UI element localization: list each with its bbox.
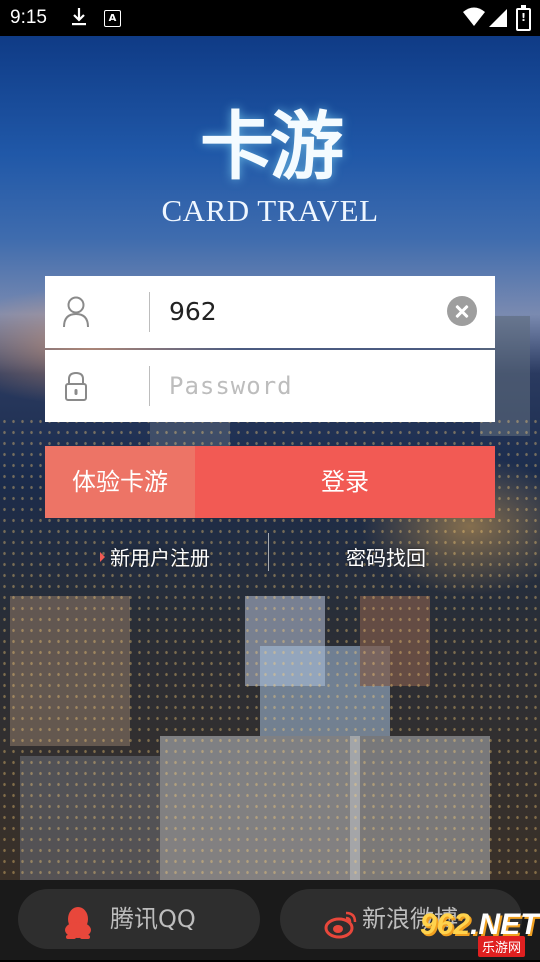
- signal-icon: [488, 8, 508, 32]
- app-logo-english: CARD TRAVEL: [161, 193, 379, 228]
- field-divider: [149, 366, 150, 406]
- forgot-password-link[interactable]: 密码找回: [346, 542, 426, 571]
- password-input[interactable]: Password: [169, 350, 293, 422]
- watermark-site-label: 乐游网: [478, 936, 526, 957]
- username-field[interactable]: 962: [45, 276, 495, 348]
- clear-icon[interactable]: [447, 296, 477, 326]
- person-icon: [61, 295, 91, 329]
- wifi-icon: [462, 6, 486, 32]
- try-app-button[interactable]: 体验卡游: [45, 446, 195, 518]
- qq-penguin-icon: [62, 902, 94, 962]
- qq-login-label: 腾讯QQ: [110, 905, 196, 933]
- notification-a-icon: A: [104, 10, 121, 27]
- status-bar: 9:15 A !: [0, 0, 540, 36]
- field-divider: [149, 292, 150, 332]
- register-link[interactable]: 新用户注册: [110, 542, 210, 571]
- lock-icon: [61, 369, 91, 403]
- site-watermark: 962.NET 乐游网: [420, 908, 538, 958]
- qq-login-button[interactable]: 腾讯QQ: [18, 889, 260, 949]
- watermark-number: 962: [420, 908, 471, 941]
- battery-icon: !: [516, 5, 531, 31]
- login-button[interactable]: 登录: [195, 446, 495, 518]
- status-time: 9:15: [10, 7, 47, 28]
- weibo-icon: [324, 902, 358, 962]
- username-input[interactable]: 962: [169, 276, 217, 348]
- download-icon: [70, 7, 88, 32]
- links-divider: [268, 533, 269, 571]
- register-marker-icon: [100, 552, 105, 562]
- password-field[interactable]: Password: [45, 350, 495, 422]
- app-logo-chinese: 卡游: [200, 104, 344, 190]
